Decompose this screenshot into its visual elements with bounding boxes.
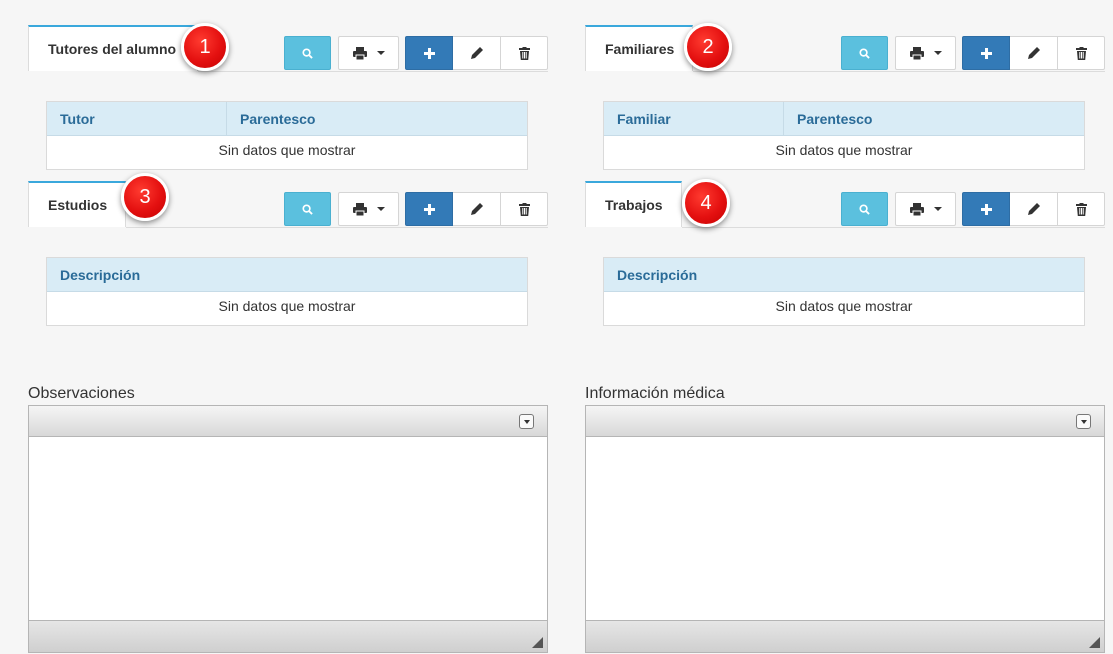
tab-estudios[interactable]: Estudios xyxy=(28,181,126,227)
trash-icon xyxy=(1075,46,1087,60)
plus-icon xyxy=(980,203,992,215)
plus-icon xyxy=(423,47,435,59)
tab-underline xyxy=(126,227,548,228)
empty-message: Sin datos que mostrar xyxy=(775,298,913,314)
panel-familiares: Familiares 2 Familiar Parentesco Sin dat… xyxy=(585,23,1105,175)
print-dropdown-button[interactable] xyxy=(895,36,956,70)
pencil-icon xyxy=(1027,47,1040,59)
tab-label: Tutores del alumno xyxy=(48,41,177,57)
observaciones-editor xyxy=(28,405,548,653)
editor-statusbar xyxy=(29,620,547,652)
delete-button[interactable] xyxy=(1058,36,1105,70)
print-icon xyxy=(352,46,367,60)
print-icon xyxy=(909,46,924,60)
resize-handle-icon[interactable] xyxy=(1089,637,1100,648)
callout-badge: 3 xyxy=(121,173,169,221)
empty-message: Sin datos que mostrar xyxy=(218,142,356,158)
tab-familiares[interactable]: Familiares xyxy=(585,25,693,71)
delete-button[interactable] xyxy=(1058,192,1105,226)
pencil-icon xyxy=(470,47,483,59)
empty-message: Sin datos que mostrar xyxy=(775,142,913,158)
grid-header: Tutor Parentesco xyxy=(47,102,527,136)
trash-icon xyxy=(518,202,530,216)
chevron-down-icon xyxy=(933,51,942,55)
plus-icon xyxy=(980,47,992,59)
panel-trabajos: Trabajos 4 Descripción Sin datos que mos… xyxy=(585,179,1105,331)
panel-tutores: Tutores del alumno 1 Tutor Parentesco Si… xyxy=(28,23,548,175)
callout-badge: 2 xyxy=(684,23,732,71)
search-icon xyxy=(859,203,870,215)
observaciones-label: Observaciones xyxy=(28,385,135,402)
informacion-medica-label: Información médica xyxy=(585,385,725,402)
search-icon xyxy=(859,47,870,59)
print-icon xyxy=(909,202,924,216)
informacion-medica-editor xyxy=(585,405,1105,653)
delete-button[interactable] xyxy=(501,192,548,226)
data-grid: Descripción Sin datos que mostrar xyxy=(603,257,1085,326)
tab-label: Estudios xyxy=(48,197,108,213)
data-grid: Descripción Sin datos que mostrar xyxy=(46,257,528,326)
column-header-descripcion[interactable]: Descripción xyxy=(604,258,697,291)
editor-statusbar xyxy=(586,620,1104,652)
pencil-icon xyxy=(470,203,483,215)
search-icon xyxy=(302,47,313,59)
grid-header: Descripción xyxy=(604,258,1084,292)
editor-toolbar xyxy=(29,406,547,437)
dropdown-arrow-icon[interactable] xyxy=(519,414,534,429)
column-header-tutor[interactable]: Tutor xyxy=(47,102,227,135)
empty-message: Sin datos que mostrar xyxy=(218,298,356,314)
edit-button[interactable] xyxy=(1010,192,1058,226)
print-dropdown-button[interactable] xyxy=(338,192,399,226)
print-dropdown-button[interactable] xyxy=(895,192,956,226)
pencil-icon xyxy=(1027,203,1040,215)
column-header-descripcion[interactable]: Descripción xyxy=(47,258,140,291)
observaciones-textarea[interactable] xyxy=(29,437,547,620)
edit-button[interactable] xyxy=(453,192,501,226)
trash-icon xyxy=(1075,202,1087,216)
search-button[interactable] xyxy=(284,36,331,70)
chevron-down-icon xyxy=(933,207,942,211)
column-header-familiar[interactable]: Familiar xyxy=(604,102,784,135)
chevron-down-icon xyxy=(376,207,385,211)
tab-underline xyxy=(682,227,1105,228)
search-icon xyxy=(302,203,313,215)
panel-estudios: Estudios 3 Descripción Sin datos que mos… xyxy=(28,173,548,331)
tab-label: Familiares xyxy=(605,41,675,57)
chevron-down-icon xyxy=(376,51,385,55)
data-grid: Familiar Parentesco Sin datos que mostra… xyxy=(603,101,1085,170)
data-grid: Tutor Parentesco Sin datos que mostrar xyxy=(46,101,528,170)
add-button[interactable] xyxy=(962,36,1010,70)
search-button[interactable] xyxy=(284,192,331,226)
tab-tutores[interactable]: Tutores del alumno xyxy=(28,25,198,71)
plus-icon xyxy=(423,203,435,215)
add-button[interactable] xyxy=(405,192,453,226)
dropdown-arrow-icon[interactable] xyxy=(1076,414,1091,429)
tab-underline xyxy=(693,71,1105,72)
column-header-parentesco[interactable]: Parentesco xyxy=(227,102,315,135)
tab-underline xyxy=(198,71,548,72)
callout-badge: 4 xyxy=(682,179,730,227)
informacion-medica-textarea[interactable] xyxy=(586,437,1104,620)
grid-header: Familiar Parentesco xyxy=(604,102,1084,136)
search-button[interactable] xyxy=(841,36,888,70)
grid-header: Descripción xyxy=(47,258,527,292)
tab-label: Trabajos xyxy=(605,197,663,213)
resize-handle-icon[interactable] xyxy=(532,637,543,648)
column-header-parentesco[interactable]: Parentesco xyxy=(784,102,872,135)
print-dropdown-button[interactable] xyxy=(338,36,399,70)
editor-toolbar xyxy=(586,406,1104,437)
trash-icon xyxy=(518,46,530,60)
callout-badge: 1 xyxy=(181,23,229,71)
add-button[interactable] xyxy=(405,36,453,70)
print-icon xyxy=(352,202,367,216)
add-button[interactable] xyxy=(962,192,1010,226)
delete-button[interactable] xyxy=(501,36,548,70)
tab-trabajos[interactable]: Trabajos xyxy=(585,181,682,227)
edit-button[interactable] xyxy=(1010,36,1058,70)
search-button[interactable] xyxy=(841,192,888,226)
edit-button[interactable] xyxy=(453,36,501,70)
